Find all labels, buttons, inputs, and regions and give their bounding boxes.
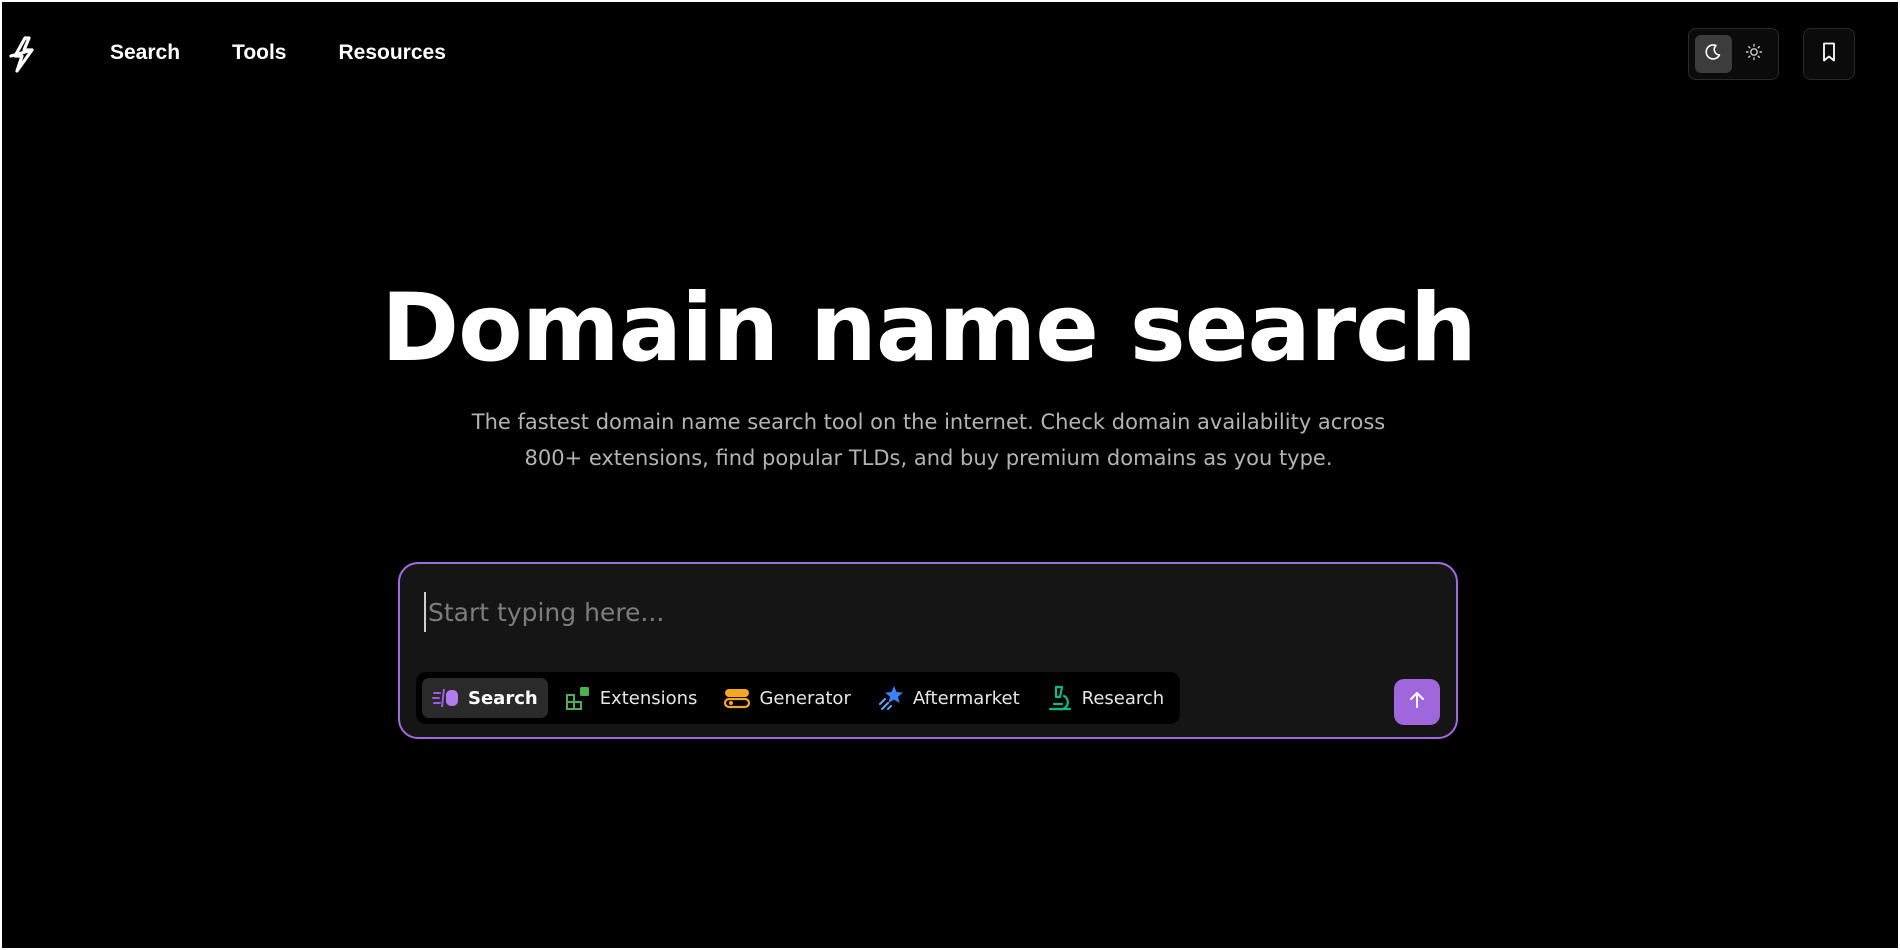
microscope-icon — [1046, 684, 1074, 712]
mode-research-label: Research — [1081, 687, 1165, 709]
arrow-up-icon — [1408, 690, 1426, 714]
bookmarks-button[interactable] — [1803, 28, 1855, 80]
mode-aftermarket-label: Aftermarket — [912, 687, 1020, 709]
light-mode-button[interactable] — [1736, 35, 1773, 73]
page-title: Domain name search — [381, 274, 1477, 383]
mode-search-label: Search — [468, 687, 538, 709]
theme-toggle — [1688, 28, 1779, 80]
search-box: Search Extensions — [398, 562, 1458, 739]
nav-item-search[interactable]: Search — [110, 41, 180, 65]
mode-generator[interactable]: Generator — [713, 678, 860, 718]
mode-generator-label: Generator — [759, 687, 851, 709]
page: Search Tools Resources Domain name searc… — [0, 0, 1900, 950]
mode-extensions[interactable]: Extensions — [554, 678, 708, 718]
mode-research[interactable]: Research — [1036, 678, 1175, 718]
search-input[interactable] — [424, 592, 1424, 632]
page-subtitle: The fastest domain name search tool on t… — [471, 410, 1386, 470]
moon-icon — [1703, 42, 1723, 66]
extensions-icon — [564, 684, 592, 712]
search-mode-bar: Search Extensions Generator Aftermarket … — [416, 672, 1180, 724]
nav-item-resources[interactable]: Resources — [339, 41, 446, 65]
nav-item-tools[interactable]: Tools — [232, 41, 286, 65]
search-speed-icon — [432, 684, 460, 712]
bookmark-icon — [1819, 41, 1839, 67]
mode-aftermarket[interactable]: Aftermarket — [867, 678, 1030, 718]
bolt-icon[interactable] — [6, 34, 40, 74]
mode-search[interactable]: Search — [422, 678, 548, 718]
main-nav: Search Tools Resources — [110, 41, 446, 65]
dark-mode-button[interactable] — [1695, 35, 1732, 73]
sun-icon — [1744, 42, 1764, 66]
submit-button[interactable] — [1394, 679, 1440, 725]
aftermarket-icon — [877, 684, 905, 712]
header: Search Tools Resources — [2, 2, 1898, 106]
generator-icon — [723, 684, 751, 712]
mode-extensions-label: Extensions — [599, 687, 698, 709]
